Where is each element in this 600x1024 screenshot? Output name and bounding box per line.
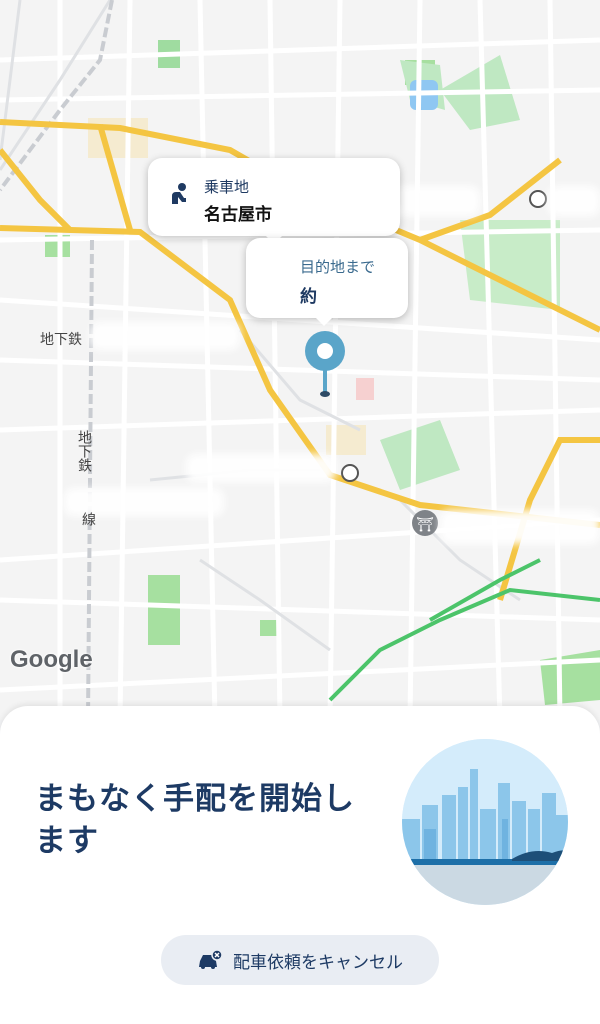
eta-value: 約 xyxy=(300,287,317,307)
map-canvas: ⛩ xyxy=(0,0,600,720)
redacted-label xyxy=(548,186,600,216)
google-logo: Google xyxy=(10,646,93,673)
line-label: 線 xyxy=(80,512,96,526)
destination-pin-icon xyxy=(305,331,345,397)
car-cancel-icon xyxy=(199,949,223,969)
redacted-label xyxy=(186,454,336,482)
pickup-place: 名古屋市 xyxy=(204,205,272,225)
redacted-label xyxy=(440,510,600,544)
eta-title: 目的地まで xyxy=(300,258,376,276)
cancel-dispatch-button[interactable]: 配車依頼をキャンセル xyxy=(161,935,439,985)
dispatch-headline: まもなく手配を開始します xyxy=(35,781,355,859)
pickup-title: 乗車地 xyxy=(204,178,250,196)
redacted-label xyxy=(90,322,240,350)
redacted-address xyxy=(288,202,398,224)
pickup-callout[interactable]: 乗車地 名古屋市 xyxy=(148,158,400,244)
passenger-seat-icon xyxy=(172,183,186,204)
subway-label: 地下鉄 xyxy=(40,332,82,348)
redacted-eta xyxy=(326,282,396,304)
subway-label-vertical: 地下鉄 xyxy=(76,430,92,472)
map-view[interactable]: ⛩ 地下鉄 地下鉄 線 乗車地 名古屋市 目的地まで 約 Google xyxy=(0,0,600,720)
city-illustration xyxy=(402,739,568,905)
svg-text:⛩: ⛩ xyxy=(416,517,434,533)
cancel-dispatch-label: 配車依頼をキャンセル xyxy=(233,952,403,973)
dispatch-panel: まもなく手配を開始します 配車依頼をキャンセル xyxy=(0,706,600,1024)
eta-callout: 目的地まで 約 xyxy=(246,238,408,326)
